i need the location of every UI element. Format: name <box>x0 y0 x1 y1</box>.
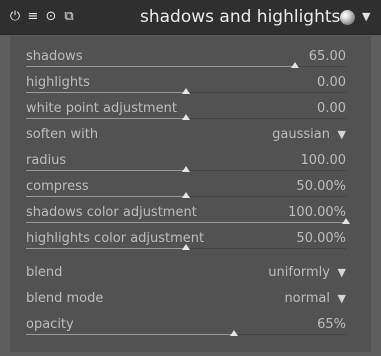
slider-label: compress <box>26 179 89 194</box>
slider-value: 65% <box>317 317 346 332</box>
slider-radius[interactable]: radius 100.00 <box>16 150 346 174</box>
module-sphere-icon <box>340 10 355 25</box>
slider-highlights-color-adjustment[interactable]: highlights color adjustment 50.00% <box>16 228 346 252</box>
slider-label: white point adjustment <box>26 101 177 116</box>
power-icon[interactable]: ⏻ <box>8 10 22 24</box>
reset-icon[interactable]: ⊙ <box>44 10 58 24</box>
slider-opacity[interactable]: opacity 65% <box>16 314 346 338</box>
slider-value: 65.00 <box>308 49 346 64</box>
chevron-down-icon[interactable]: ▼ <box>338 265 346 281</box>
slider-value: 50.00% <box>296 179 346 194</box>
slider-highlights[interactable]: highlights 0.00 <box>16 72 346 96</box>
slider-shadows[interactable]: shadows 65.00 <box>16 46 346 70</box>
slider-value: 50.00% <box>296 231 346 246</box>
combo-value[interactable]: uniformly <box>268 265 330 281</box>
slider-track[interactable] <box>26 222 346 223</box>
combo-label: soften with <box>26 127 99 142</box>
slider-track[interactable] <box>26 334 346 335</box>
slider-label: shadows <box>26 49 83 64</box>
combo-soften-with[interactable]: soften with gaussian ▼ <box>16 124 346 148</box>
slider-marker[interactable] <box>182 244 190 250</box>
slider-marker[interactable] <box>290 62 299 68</box>
slider-value: 0.00 <box>317 75 346 90</box>
combo-label: blend <box>26 265 63 280</box>
slider-marker[interactable] <box>182 192 190 198</box>
slider-white-point-adjustment[interactable]: white point adjustment 0.00 <box>16 98 346 122</box>
slider-label: radius <box>26 153 67 168</box>
slider-value: 100.00 <box>300 153 347 168</box>
multi-instance-icon[interactable]: ⧉ <box>62 10 76 24</box>
slider-label: highlights color adjustment <box>26 231 205 246</box>
combo-blend[interactable]: blend uniformly ▼ <box>16 262 346 286</box>
module-header: ⏻ ≡ ⊙ ⧉ shadows and highlights ▼ <box>0 0 381 35</box>
combo-value[interactable]: normal <box>284 291 330 307</box>
presets-icon[interactable]: ≡ <box>26 10 40 24</box>
combo-value[interactable]: gaussian <box>272 127 330 143</box>
slider-shadows-color-adjustment[interactable]: shadows color adjustment 100.00% <box>16 202 350 226</box>
module-menu-caret-icon[interactable]: ▼ <box>362 10 370 24</box>
slider-marker[interactable] <box>342 218 350 224</box>
slider-value: 0.00 <box>317 101 346 116</box>
chevron-down-icon[interactable]: ▼ <box>338 291 346 307</box>
combo-label: blend mode <box>26 291 104 306</box>
slider-marker[interactable] <box>182 88 190 94</box>
slider-value: 100.00% <box>288 205 346 220</box>
slider-marker[interactable] <box>182 114 190 120</box>
slider-label: opacity <box>26 317 74 332</box>
slider-marker[interactable] <box>230 330 238 336</box>
chevron-down-icon[interactable]: ▼ <box>338 127 346 143</box>
slider-label: shadows color adjustment <box>26 205 197 220</box>
slider-compress[interactable]: compress 50.00% <box>16 176 346 200</box>
combo-blend-mode[interactable]: blend mode normal ▼ <box>16 288 346 312</box>
module-title: shadows and highlights <box>140 7 341 27</box>
slider-label: highlights <box>26 75 90 90</box>
slider-marker[interactable] <box>182 166 190 172</box>
